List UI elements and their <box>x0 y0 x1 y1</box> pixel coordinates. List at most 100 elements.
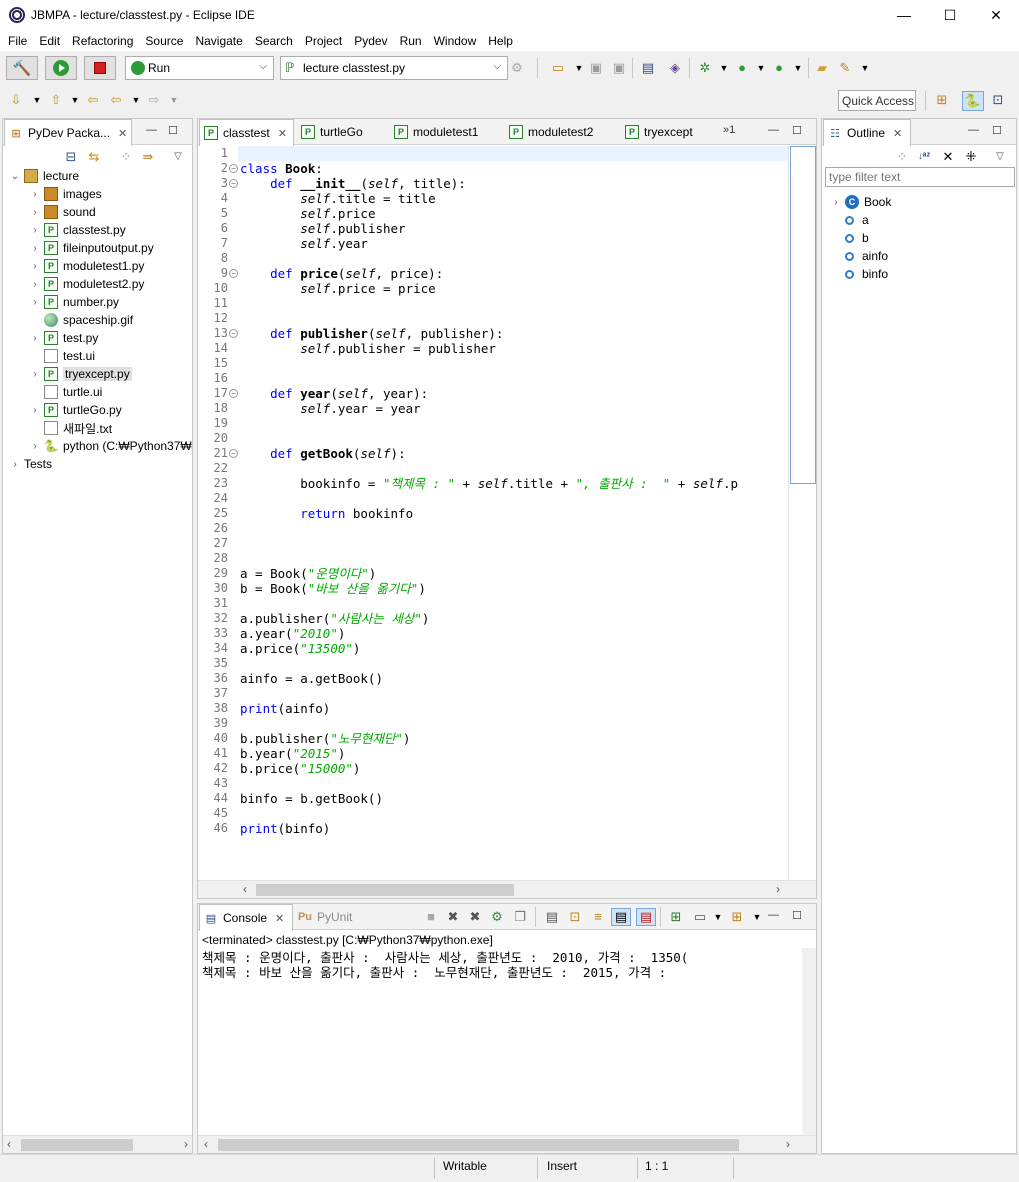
debug-perspective-icon[interactable]: ⊡ <box>990 92 1006 108</box>
tree-item[interactable]: 새파일.txt <box>29 419 112 437</box>
fold-toggle-icon[interactable]: − <box>229 329 238 338</box>
dropdown-arrow-icon[interactable]: ▼ <box>29 92 45 108</box>
stop-button[interactable] <box>84 56 116 80</box>
chevron-right-icon[interactable]: › <box>830 197 842 208</box>
filters-icon[interactable]: ⁘ <box>894 149 910 165</box>
close-icon[interactable]: ✕ <box>278 127 287 140</box>
tab-classtest[interactable]: P classtest ✕ <box>199 119 294 146</box>
minimize-icon[interactable]: — <box>968 124 979 136</box>
tree-item[interactable]: spaceship.gif <box>29 311 133 329</box>
scrollbar-thumb[interactable] <box>21 1139 133 1151</box>
dropdown-arrow-icon[interactable]: ▼ <box>67 92 83 108</box>
close-button[interactable]: ✕ <box>973 0 1019 30</box>
scroll-left-icon[interactable]: ‹ <box>204 1137 208 1151</box>
launch-config-select[interactable]: ℙ lecture classtest.py ⌵ <box>280 56 508 80</box>
console-vscrollbar[interactable] <box>802 948 816 1135</box>
menu-pydev[interactable]: Pydev <box>348 34 393 48</box>
pencil-icon[interactable]: ✎ <box>837 60 853 76</box>
dropdown-arrow-icon[interactable]: ▼ <box>716 60 732 76</box>
sort-alphabetically-icon[interactable]: ↓ᵃᶻ <box>916 149 932 165</box>
menu-edit[interactable]: Edit <box>33 34 66 48</box>
fold-toggle-icon[interactable]: − <box>229 389 238 398</box>
minimize-button[interactable]: — <box>881 0 927 30</box>
maximize-icon[interactable]: ☐ <box>792 124 802 137</box>
gear-icon[interactable]: ⚙ <box>509 60 525 76</box>
fold-toggle-icon[interactable]: − <box>229 179 238 188</box>
tree-item[interactable]: › sound <box>29 203 96 221</box>
tree-item[interactable]: › PturtleGo.py <box>29 401 122 419</box>
chevron-down-icon[interactable]: ⌄ <box>9 171 21 182</box>
menu-window[interactable]: Window <box>428 34 483 48</box>
dropdown-arrow-icon[interactable]: ▼ <box>753 60 769 76</box>
chevron-right-icon[interactable]: › <box>29 405 41 416</box>
outline-filter-input[interactable] <box>825 167 1015 187</box>
show-on-stderr-icon[interactable]: ▤ <box>636 908 656 926</box>
code-editor[interactable]: 1 2−3−4 5 6 7 8 9−10 11 12 13−14 15 16 17−18 19 20 21−2… <box>198 146 816 880</box>
tree-item[interactable]: › images <box>29 185 102 203</box>
scroll-left-icon[interactable]: ‹ <box>243 882 247 896</box>
external-tools-icon[interactable]: ● <box>771 60 787 76</box>
dropdown-arrow-icon[interactable]: ▼ <box>710 909 726 925</box>
scroll-lock-icon[interactable]: ⊡ <box>567 909 583 925</box>
quick-access-input[interactable]: Quick Access <box>838 90 916 111</box>
console-hscrollbar[interactable]: ‹ › <box>198 1135 816 1153</box>
chevron-right-icon[interactable]: › <box>29 225 41 236</box>
dropdown-arrow-icon[interactable]: ▼ <box>749 909 765 925</box>
last-edit-icon[interactable]: ⇦ <box>85 92 101 108</box>
chevron-right-icon[interactable]: › <box>29 207 41 218</box>
fold-toggle-icon[interactable]: − <box>229 269 238 278</box>
run-button[interactable] <box>45 56 77 80</box>
dropdown-arrow-icon[interactable]: ▼ <box>128 92 144 108</box>
minimize-icon[interactable]: — <box>146 124 157 136</box>
maximize-button[interactable]: ☐ <box>927 0 973 30</box>
chevron-right-icon[interactable]: › <box>29 261 41 272</box>
clear-console-icon[interactable]: ▤ <box>544 909 560 925</box>
chevron-right-icon[interactable]: › <box>29 189 41 200</box>
chevron-right-icon[interactable]: › <box>29 243 41 254</box>
pydev-console-icon[interactable]: ◈ <box>667 60 683 76</box>
remove-all-launches-icon[interactable]: ✖ <box>467 909 483 925</box>
view-menu-icon[interactable]: ▽ <box>170 149 186 165</box>
outline-item[interactable]: › C Book <box>830 193 891 211</box>
menu-source[interactable]: Source <box>139 34 189 48</box>
menu-navigate[interactable]: Navigate <box>189 34 248 48</box>
save-icon[interactable]: ▣ <box>588 60 604 76</box>
open-folder-icon[interactable]: ▰ <box>814 60 830 76</box>
dropdown-arrow-icon[interactable]: ▼ <box>857 60 873 76</box>
tab-overflow-button[interactable]: »1 <box>723 124 735 136</box>
word-wrap-icon[interactable]: ≡ <box>590 909 606 925</box>
focus-icon[interactable]: ⇛ <box>140 149 156 165</box>
chevron-right-icon[interactable]: › <box>29 333 41 344</box>
view-menu-icon[interactable]: ▽ <box>992 149 1008 165</box>
tree-item[interactable]: › Tests <box>9 455 52 473</box>
scrollbar-thumb[interactable] <box>218 1139 739 1151</box>
outline-item[interactable]: ainfo <box>842 247 888 265</box>
fold-toggle-icon[interactable]: − <box>229 449 238 458</box>
chevron-right-icon[interactable]: › <box>29 369 41 380</box>
debug-icon[interactable]: ✲ <box>697 60 713 76</box>
tree-item[interactable]: › Pfileinputoutput.py <box>29 239 154 257</box>
tree-item[interactable]: › Ptest.py <box>29 329 98 347</box>
previous-annotation-icon[interactable]: ⇧ <box>48 92 64 108</box>
tree-item[interactable]: turtle.ui <box>29 383 102 401</box>
forward-icon[interactable]: ⇨ <box>146 92 162 108</box>
collapse-all-icon[interactable]: ⊟ <box>63 149 79 165</box>
close-icon[interactable]: ✕ <box>275 912 284 925</box>
scroll-right-icon[interactable]: › <box>786 1137 790 1151</box>
tab-moduletest1[interactable]: P moduletest1 <box>390 119 478 145</box>
open-perspective-icon[interactable]: ⊞ <box>934 92 950 108</box>
outline-item[interactable]: a <box>842 211 869 229</box>
pin-console-icon[interactable]: ⊞ <box>668 909 684 925</box>
menu-refactoring[interactable]: Refactoring <box>66 34 139 48</box>
filters-icon[interactable]: ⁘ <box>118 149 134 165</box>
overview-ruler-thumb[interactable] <box>790 146 816 484</box>
collapse-all-icon[interactable]: ✕ <box>940 149 956 165</box>
dropdown-arrow-icon[interactable]: ▼ <box>166 92 182 108</box>
menu-search[interactable]: Search <box>249 34 299 48</box>
chevron-right-icon[interactable]: › <box>29 441 41 452</box>
tab-package-explorer[interactable]: ⊞ PyDev Packa... ✕ <box>4 119 132 146</box>
maximize-icon[interactable]: ☐ <box>168 124 178 137</box>
tree-item[interactable]: test.ui <box>29 347 95 365</box>
show-on-stdout-icon[interactable]: ▤ <box>611 908 631 926</box>
link-with-editor-icon[interactable]: ⇆ <box>86 149 102 165</box>
